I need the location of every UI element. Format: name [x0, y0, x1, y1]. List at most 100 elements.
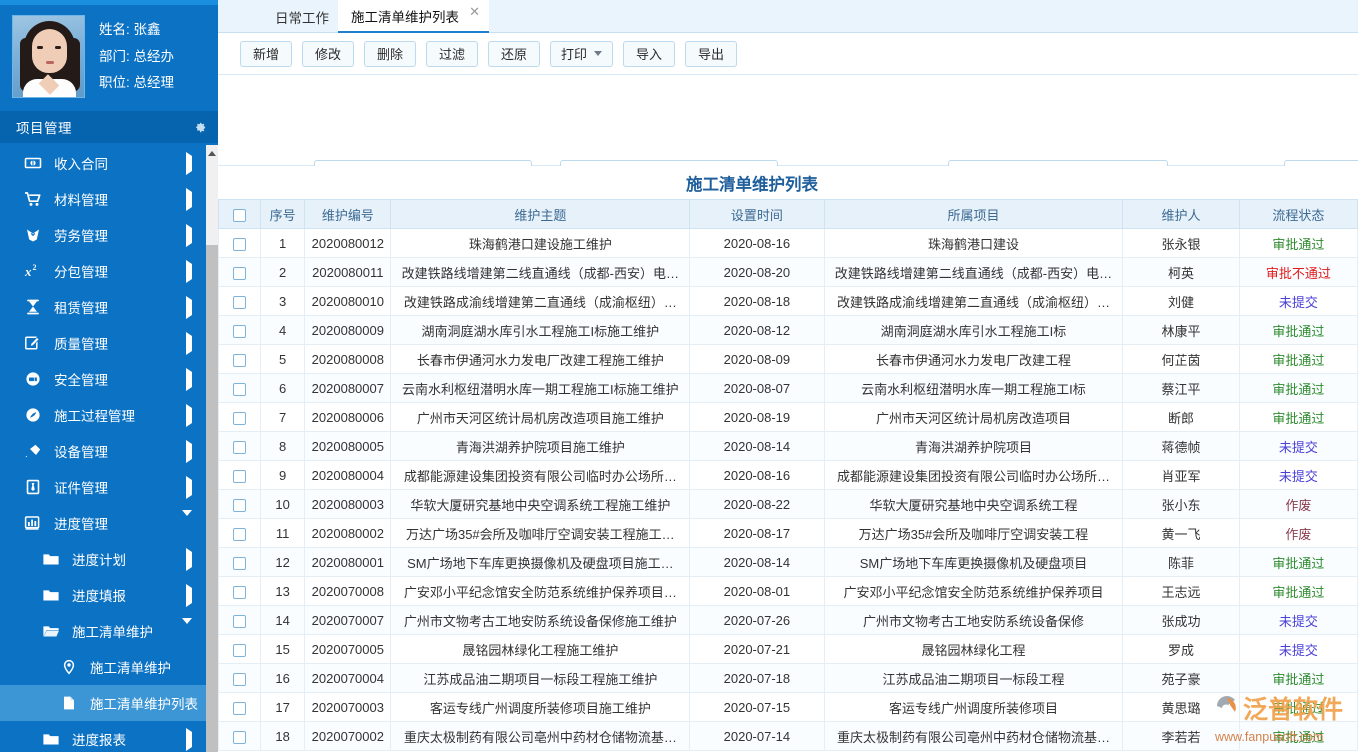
project-name[interactable]: 晟铭园林绿化工程 [824, 635, 1123, 664]
maintainer-name[interactable]: 刘健 [1123, 287, 1239, 316]
row-checkbox[interactable] [219, 345, 261, 374]
chevron-down-icon[interactable] [594, 51, 602, 56]
row-checkbox[interactable] [219, 577, 261, 606]
table-row[interactable]: 32020080010改建铁路成渝线增建第二直通线（成渝枢纽）…2020-08-… [219, 287, 1358, 316]
project-name[interactable]: 客运专线广州调度所装修项目 [824, 693, 1123, 722]
row-checkbox[interactable] [219, 693, 261, 722]
project-name[interactable]: 万达广场35#会所及咖啡厅空调安装工程 [824, 519, 1123, 548]
maintainer-name[interactable]: 张永银 [1123, 229, 1239, 258]
checkbox-icon[interactable] [233, 296, 246, 309]
row-checkbox[interactable] [219, 490, 261, 519]
chevron-right-icon[interactable] [186, 588, 192, 603]
checkbox-icon[interactable] [233, 238, 246, 251]
table-row[interactable]: 62020080007云南水利枢纽潜明水库一期工程施工I标施工维护2020-08… [219, 374, 1358, 403]
table-row[interactable]: 152020070005晟铭园林绿化工程施工维护2020-07-21晟铭园林绿化… [219, 635, 1358, 664]
maintenance-no[interactable]: 2020080001 [305, 548, 391, 577]
sidebar-scrollbar[interactable] [206, 145, 218, 752]
project-name[interactable]: 湖南洞庭湖水库引水工程施工I标 [824, 316, 1123, 345]
maintenance-subject[interactable]: 广州市文物考古工地安防系统设备保修施工维护 [391, 606, 690, 635]
checkbox-icon[interactable] [233, 731, 246, 744]
maintenance-no[interactable]: 2020070005 [305, 635, 391, 664]
maintainer-name[interactable]: 张成功 [1123, 606, 1239, 635]
sidebar-item-5[interactable]: 质量管理 [0, 325, 206, 361]
chevron-right-icon[interactable] [186, 300, 192, 315]
sidebar-item-12[interactable]: 进度填报 [0, 577, 206, 613]
checkbox-icon[interactable] [233, 499, 246, 512]
table-row[interactable]: 142020070007广州市文物考古工地安防系统设备保修施工维护2020-07… [219, 606, 1358, 635]
sidebar-item-1[interactable]: 材料管理 [0, 181, 206, 217]
checkbox-icon[interactable] [233, 615, 246, 628]
maintainer-name[interactable]: 肖亚军 [1123, 461, 1239, 490]
maintenance-no[interactable]: 2020080009 [305, 316, 391, 345]
project-name[interactable]: 改建铁路成渝线增建第二直通线（成渝枢纽）… [824, 287, 1123, 316]
project-name[interactable]: 江苏成品油二期项目一标段工程 [824, 664, 1123, 693]
maintenance-no[interactable]: 2020080003 [305, 490, 391, 519]
maintainer-name[interactable]: 王志远 [1123, 577, 1239, 606]
maintainer-name[interactable]: 蒋德帧 [1123, 432, 1239, 461]
maintenance-subject[interactable]: 改建铁路线增建第二线直通线（成都-西安）电… [391, 258, 690, 287]
maintainer-name[interactable]: 林康平 [1123, 316, 1239, 345]
maintenance-no[interactable]: 2020080004 [305, 461, 391, 490]
maintenance-subject[interactable]: 华软大厦研究基地中央空调系统工程施工维护 [391, 490, 690, 519]
maintenance-subject[interactable]: 长春市伊通河水力发电厂改建工程施工维护 [391, 345, 690, 374]
table-row[interactable]: 22020080011改建铁路线增建第二线直通线（成都-西安）电…2020-08… [219, 258, 1358, 287]
maintenance-no[interactable]: 2020080012 [305, 229, 391, 258]
sidebar-item-15[interactable]: 施工清单维护列表 [0, 685, 206, 721]
row-checkbox[interactable] [219, 548, 261, 577]
maintenance-no[interactable]: 2020080011 [305, 258, 391, 287]
maintenance-no[interactable]: 2020070002 [305, 722, 391, 751]
row-checkbox[interactable] [219, 258, 261, 287]
checkbox-icon[interactable] [233, 267, 246, 280]
maintenance-subject[interactable]: 云南水利枢纽潜明水库一期工程施工I标施工维护 [391, 374, 690, 403]
maintenance-no[interactable]: 2020080006 [305, 403, 391, 432]
maintenance-no[interactable]: 2020080010 [305, 287, 391, 316]
project-name[interactable]: SM广场地下车库更换摄像机及硬盘项目 [824, 548, 1123, 577]
scrollbar-thumb[interactable] [206, 245, 218, 752]
maintenance-no[interactable]: 2020070004 [305, 664, 391, 693]
sidebar-item-14[interactable]: 施工清单维护 [0, 649, 206, 685]
maintenance-no[interactable]: 2020080008 [305, 345, 391, 374]
maintainer-name[interactable]: 蔡江平 [1123, 374, 1239, 403]
project-name[interactable]: 青海洪湖养护院项目 [824, 432, 1123, 461]
checkbox-icon[interactable] [233, 441, 246, 454]
chevron-right-icon[interactable] [186, 228, 192, 243]
table-row[interactable]: 72020080006广州市天河区统计局机房改造项目施工维护2020-08-19… [219, 403, 1358, 432]
table-row[interactable]: 122020080001SM广场地下车库更换摄像机及硬盘项目施工…2020-08… [219, 548, 1358, 577]
maintenance-subject[interactable]: 成都能源建设集团投资有限公司临时办公场所… [391, 461, 690, 490]
row-checkbox[interactable] [219, 432, 261, 461]
sidebar-item-6[interactable]: 安全管理 [0, 361, 206, 397]
project-name[interactable]: 成都能源建设集团投资有限公司临时办公场所… [824, 461, 1123, 490]
maintenance-subject[interactable]: 万达广场35#会所及咖啡厅空调安装工程施工… [391, 519, 690, 548]
maintenance-no[interactable]: 2020080005 [305, 432, 391, 461]
chevron-right-icon[interactable] [186, 264, 192, 279]
maintenance-subject[interactable]: 青海洪湖养护院项目施工维护 [391, 432, 690, 461]
table-row[interactable]: 132020070008广安邓小平纪念馆安全防范系统维护保养项目…2020-08… [219, 577, 1358, 606]
checkbox-icon[interactable] [233, 325, 246, 338]
scroll-up-icon[interactable] [206, 145, 218, 162]
table-row[interactable]: 52020080008长春市伊通河水力发电厂改建工程施工维护2020-08-09… [219, 345, 1358, 374]
sidebar-item-9[interactable]: 证件管理 [0, 469, 206, 505]
checkbox-icon[interactable] [233, 383, 246, 396]
gear-icon[interactable] [192, 120, 207, 135]
maintainer-name[interactable]: 黄思璐 [1123, 693, 1239, 722]
maintainer-name[interactable]: 苑子豪 [1123, 664, 1239, 693]
project-name[interactable]: 重庆太极制药有限公司亳州中药材仓储物流基… [824, 722, 1123, 751]
sidebar-item-4[interactable]: 租赁管理 [0, 289, 206, 325]
table-row[interactable]: 92020080004成都能源建设集团投资有限公司临时办公场所…2020-08-… [219, 461, 1358, 490]
project-name[interactable]: 华软大厦研究基地中央空调系统工程 [824, 490, 1123, 519]
maintenance-no[interactable]: 2020070007 [305, 606, 391, 635]
row-checkbox[interactable] [219, 403, 261, 432]
toolbar-button-4[interactable]: 还原 [488, 41, 540, 67]
maintenance-no[interactable]: 2020070008 [305, 577, 391, 606]
table-row[interactable]: 162020070004江苏成品油二期项目一标段工程施工维护2020-07-18… [219, 664, 1358, 693]
checkbox-icon[interactable] [233, 586, 246, 599]
checkbox-icon[interactable] [233, 644, 246, 657]
maintainer-name[interactable]: 张小东 [1123, 490, 1239, 519]
sidebar-item-10[interactable]: 进度管理 [0, 505, 206, 541]
maintenance-subject[interactable]: 江苏成品油二期项目一标段工程施工维护 [391, 664, 690, 693]
chevron-right-icon[interactable] [186, 732, 192, 747]
row-checkbox[interactable] [219, 519, 261, 548]
sidebar-item-0[interactable]: 收入合同 [0, 145, 206, 181]
chevron-right-icon[interactable] [186, 372, 192, 387]
checkbox-icon[interactable] [233, 209, 246, 222]
